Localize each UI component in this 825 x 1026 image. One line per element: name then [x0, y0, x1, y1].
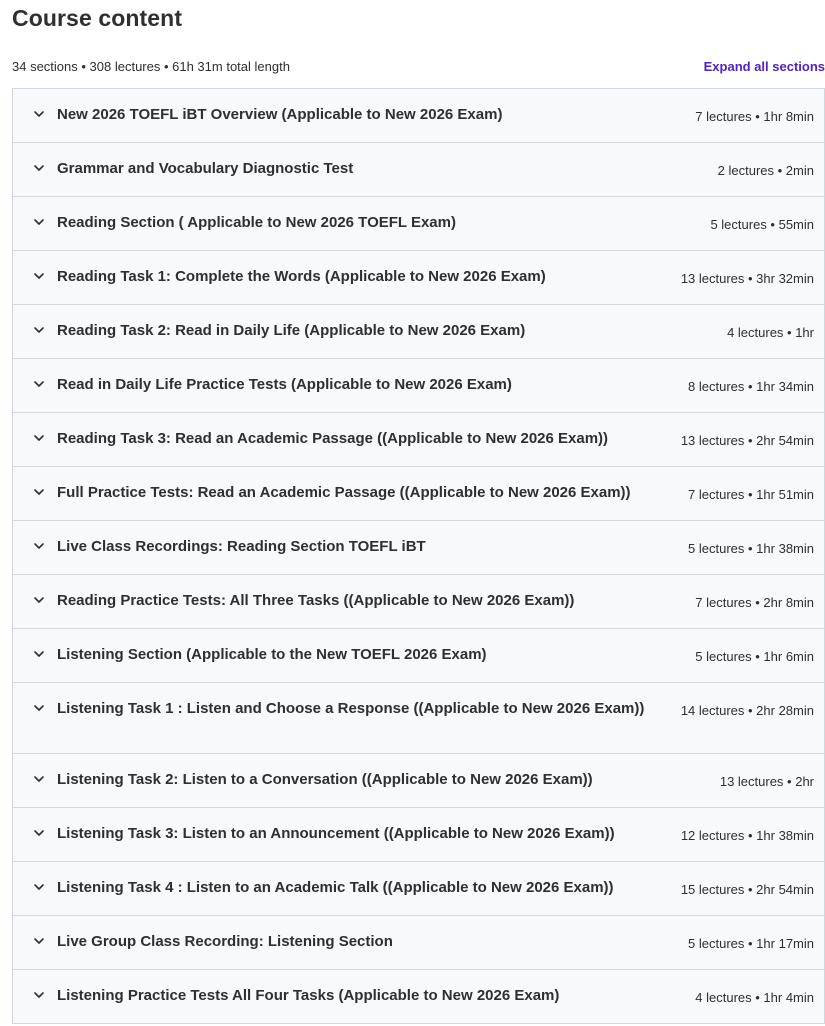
section-title: Full Practice Tests: Read an Academic Pa… [57, 484, 631, 501]
expand-all-sections-button[interactable]: Expand all sections [704, 58, 825, 76]
section-row-11[interactable]: Listening Section (Applicable to the New… [13, 629, 824, 683]
section-row-8[interactable]: Full Practice Tests: Read an Academic Pa… [13, 467, 824, 521]
section-meta: 5 lectures • 1hr 17min [688, 936, 814, 951]
section-meta: 15 lectures • 2hr 54min [680, 882, 814, 897]
section-meta: 13 lectures • 3hr 32min [680, 271, 814, 286]
section-row-6[interactable]: Read in Daily Life Practice Tests (Appli… [13, 359, 824, 413]
chevron-down-icon[interactable] [33, 432, 45, 444]
section-meta: 5 lectures • 1hr 6min [695, 649, 814, 664]
section-title: Reading Task 2: Read in Daily Life (Appl… [57, 322, 526, 339]
chevron-down-icon[interactable] [33, 540, 45, 552]
section-list: New 2026 TOEFL iBT Overview (Applicable … [12, 88, 825, 1024]
section-row-10[interactable]: Reading Practice Tests: All Three Tasks … [13, 575, 824, 629]
section-title: Listening Task 2: Listen to a Conversati… [57, 771, 593, 788]
section-row-15[interactable]: Listening Task 4 : Listen to an Academic… [13, 862, 824, 916]
section-row-7[interactable]: Reading Task 3: Read an Academic Passage… [13, 413, 824, 467]
section-title: Listening Section (Applicable to the New… [57, 646, 487, 663]
section-title: Reading Task 3: Read an Academic Passage… [57, 430, 609, 447]
section-title: Live Class Recordings: Reading Section T… [57, 538, 426, 555]
section-title: Listening Task 1 : Listen and Choose a R… [57, 700, 645, 717]
section-row-17[interactable]: Listening Practice Tests All Four Tasks … [13, 970, 824, 1024]
course-summary-row: 34 sections • 308 lectures • 61h 31m tot… [12, 58, 825, 78]
chevron-down-icon[interactable] [33, 935, 45, 947]
section-meta: 2 lectures • 2min [717, 163, 814, 178]
section-title: New 2026 TOEFL iBT Overview (Applicable … [57, 106, 503, 123]
section-title: Listening Task 4 : Listen to an Academic… [57, 879, 614, 896]
section-title: Reading Section ( Applicable to New 2026… [57, 214, 456, 231]
section-row-4[interactable]: Reading Task 1: Complete the Words (Appl… [13, 251, 824, 305]
section-title: Grammar and Vocabulary Diagnostic Test [57, 160, 354, 177]
chevron-down-icon[interactable] [33, 989, 45, 1001]
section-meta: 13 lectures • 2hr 54min [680, 433, 814, 448]
course-summary: 34 sections • 308 lectures • 61h 31m tot… [12, 59, 290, 74]
chevron-down-icon[interactable] [33, 270, 45, 282]
chevron-down-icon[interactable] [33, 827, 45, 839]
section-row-5[interactable]: Reading Task 2: Read in Daily Life (Appl… [13, 305, 824, 359]
section-title: Listening Task 3: Listen to an Announcem… [57, 825, 615, 842]
section-meta: 7 lectures • 1hr 8min [695, 109, 814, 124]
chevron-down-icon[interactable] [33, 648, 45, 660]
section-meta: 12 lectures • 1hr 38min [680, 828, 814, 843]
section-meta: 8 lectures • 1hr 34min [688, 379, 814, 394]
page-title: Course content [12, 5, 183, 31]
section-title: Listening Practice Tests All Four Tasks … [57, 987, 560, 1004]
section-row-9[interactable]: Live Class Recordings: Reading Section T… [13, 521, 824, 575]
section-meta: 14 lectures • 2hr 28min [680, 703, 814, 718]
section-meta: 4 lectures • 1hr [727, 325, 814, 340]
chevron-down-icon[interactable] [33, 773, 45, 785]
section-row-16[interactable]: Live Group Class Recording: Listening Se… [13, 916, 824, 970]
section-meta: 5 lectures • 55min [710, 217, 814, 232]
chevron-down-icon[interactable] [33, 486, 45, 498]
section-row-2[interactable]: Grammar and Vocabulary Diagnostic Test 2… [13, 143, 824, 197]
section-row-12[interactable]: Listening Task 1 : Listen and Choose a R… [13, 683, 824, 754]
chevron-down-icon[interactable] [33, 216, 45, 228]
chevron-down-icon[interactable] [33, 378, 45, 390]
chevron-down-icon[interactable] [33, 594, 45, 606]
section-row-14[interactable]: Listening Task 3: Listen to an Announcem… [13, 808, 824, 862]
section-title: Read in Daily Life Practice Tests (Appli… [57, 376, 512, 393]
section-meta: 13 lectures • 2hr [719, 774, 814, 789]
section-title: Reading Task 1: Complete the Words (Appl… [57, 268, 546, 285]
chevron-down-icon[interactable] [33, 324, 45, 336]
section-row-3[interactable]: Reading Section ( Applicable to New 2026… [13, 197, 824, 251]
section-row-13[interactable]: Listening Task 2: Listen to a Conversati… [13, 754, 824, 808]
section-row-1[interactable]: New 2026 TOEFL iBT Overview (Applicable … [13, 89, 824, 143]
chevron-down-icon[interactable] [33, 108, 45, 120]
chevron-down-icon[interactable] [33, 881, 45, 893]
section-title: Live Group Class Recording: Listening Se… [57, 933, 393, 950]
section-meta: 4 lectures • 1hr 4min [695, 990, 814, 1005]
chevron-down-icon[interactable] [33, 702, 45, 714]
section-meta: 7 lectures • 1hr 51min [688, 487, 814, 502]
chevron-down-icon[interactable] [33, 162, 45, 174]
section-meta: 7 lectures • 2hr 8min [695, 595, 814, 610]
section-meta: 5 lectures • 1hr 38min [688, 541, 814, 556]
section-title: Reading Practice Tests: All Three Tasks … [57, 592, 575, 609]
